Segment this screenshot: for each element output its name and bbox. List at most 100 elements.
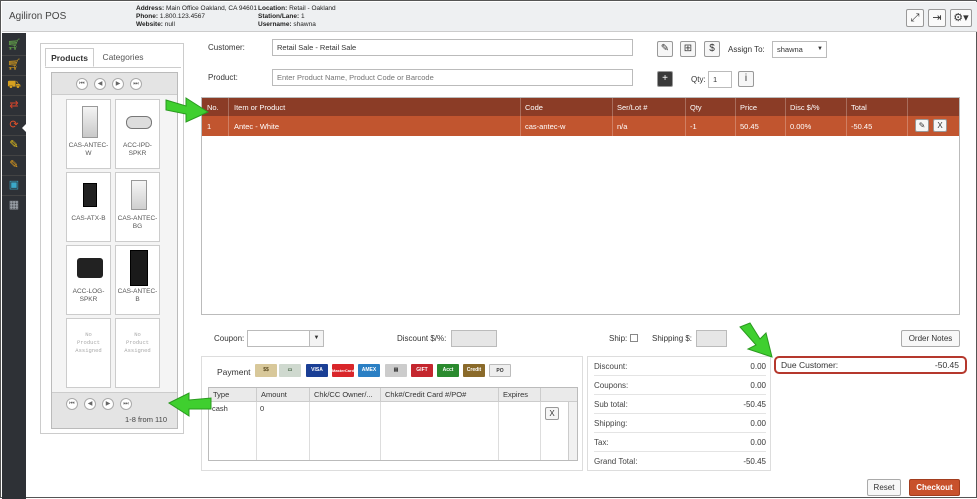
col-qty: Qty (690, 103, 702, 112)
assign-label: Assign To: (728, 45, 765, 54)
gift-card-icon[interactable]: GIFT (411, 364, 433, 377)
remove-row-button[interactable]: X (933, 119, 947, 132)
col-owner: Chk/CC Owner/... (309, 388, 380, 402)
product-search-input[interactable] (272, 69, 633, 86)
discount-input[interactable] (451, 330, 497, 347)
first-page-button[interactable]: ⏮ (66, 398, 78, 410)
col-amount: Amount (256, 388, 309, 402)
product-tile-empty: No Product Assigned (115, 318, 160, 388)
product-image (124, 250, 153, 286)
product-tile[interactable]: ACC-LOG- SPKR (66, 245, 111, 315)
card-reader-icon[interactable]: ▤ (385, 364, 407, 377)
col-card-number: Chk#/Credit Card #/PO# (380, 388, 498, 402)
product-image (124, 177, 153, 213)
shipping-label: Shipping $: (652, 334, 693, 343)
cart-empty-icon[interactable]: ⛟ (5, 77, 23, 93)
payment-label: Payment (217, 367, 251, 377)
credit-icon[interactable]: Credit (463, 364, 485, 377)
prev-page-button[interactable]: ◀ (94, 78, 106, 90)
next-page-button[interactable]: ▶ (112, 78, 124, 90)
transfer-icon[interactable]: ⇄ (5, 97, 23, 113)
tab-products[interactable]: Products (45, 48, 94, 67)
products-panel: Products Categories ⏮ ◀ ▶ ⏭ CAS-ANTEC- W … (40, 43, 184, 434)
reset-button[interactable]: Reset (867, 479, 901, 496)
pager-top: ⏮ ◀ ▶ ⏭ (52, 73, 177, 95)
checkout-button[interactable]: Checkout (909, 479, 960, 496)
chevron-down-icon: ▼ (309, 331, 323, 346)
shipping-input[interactable] (696, 330, 727, 347)
product-tile[interactable]: ACC-IPD- SPKR (115, 99, 160, 169)
ship-checkbox[interactable] (630, 334, 638, 342)
po-icon[interactable]: PO (489, 364, 511, 377)
pos-window: Agiliron POS Address: Main Office Oaklan… (0, 0, 977, 499)
discount-label: Discount $/%: (397, 334, 447, 343)
grand-total-row: Grand Total: -50.45 (594, 457, 766, 466)
next-page-button[interactable]: ▶ (102, 398, 114, 410)
product-tile[interactable]: CAS-ATX-B (66, 172, 111, 242)
product-tile[interactable]: CAS-ANTEC- BG (115, 172, 160, 242)
cash-icon[interactable]: $$ (255, 364, 277, 377)
dollar-icon[interactable]: $ (704, 41, 720, 57)
row-price[interactable]: 50.45 (740, 122, 759, 131)
info-icon[interactable]: i (738, 71, 754, 87)
add-customer-icon[interactable]: ⊞ (680, 41, 696, 57)
customer-input[interactable]: Retail Sale - Retail Sale (272, 39, 633, 56)
account-icon[interactable]: Acct (437, 364, 459, 377)
store-website: null (164, 21, 175, 28)
payment-table: Type Amount Chk/CC Owner/... Chk#/Credit… (208, 387, 578, 461)
cart-icon[interactable]: 🛒︎ (5, 57, 23, 73)
fullscreen-icon[interactable]: ⤢ (906, 9, 924, 27)
app-title: Agiliron POS (9, 11, 67, 22)
edit-row-icon[interactable]: ✎ (915, 119, 929, 132)
due-customer-box: Due Customer: -50.45 (774, 356, 967, 374)
col-type: Type (209, 388, 256, 402)
product-image (75, 177, 104, 213)
coupon-select[interactable]: ▼ (247, 330, 324, 347)
visa-icon[interactable]: VISA (306, 364, 328, 377)
row-disc[interactable]: 0.00% (790, 122, 811, 131)
edit-icon[interactable]: ✎ (5, 137, 23, 153)
mastercard-icon[interactable]: MasterCard (332, 364, 354, 377)
add-product-icon[interactable]: + (657, 71, 673, 87)
coupon-label: Coupon: (214, 334, 245, 343)
last-page-button[interactable]: ⏭ (130, 78, 142, 90)
gear-icon[interactable]: ⚙▾ (950, 9, 972, 27)
money-icon[interactable]: ▣ (5, 177, 23, 193)
col-code: Code (525, 103, 543, 112)
total-row: Coupons: 0.00 (594, 377, 766, 395)
amex-icon[interactable]: AMEX (358, 364, 380, 377)
refresh-icon[interactable]: ⟳ (5, 117, 23, 133)
annotation-arrow-icon (167, 392, 212, 417)
last-page-button[interactable]: ⏭ (120, 398, 132, 410)
product-tile[interactable]: CAS-ANTEC- B (115, 245, 160, 315)
sidebar: 🛒︎ 🛒︎ ⛟ ⇄ ⟳ ✎ ✎ ▣ ▦ (2, 33, 26, 499)
col-item: Item or Product (234, 103, 286, 112)
assign-select[interactable]: shawna ▼ (772, 41, 827, 58)
store-phone: 1.800.123.4567 (159, 13, 206, 20)
col-expires: Expires (498, 388, 540, 402)
prev-page-button[interactable]: ◀ (84, 398, 96, 410)
payment-type[interactable]: cash (212, 404, 228, 413)
product-grid: ⏮ ◀ ▶ ⏭ CAS-ANTEC- W ACC-IPD- SPKR CAS-ATX… (51, 72, 178, 429)
product-tile[interactable]: CAS-ANTEC- W (66, 99, 111, 169)
remove-payment-button[interactable]: X (545, 407, 559, 420)
tab-categories[interactable]: Categories (96, 48, 150, 67)
qty-input[interactable]: 1 (708, 71, 732, 88)
order-notes-button[interactable]: Order Notes (901, 330, 960, 347)
due-label: Due Customer: (781, 360, 839, 370)
total-row: Shipping: 0.00 (594, 415, 766, 433)
due-value: -50.45 (934, 360, 959, 370)
edit-icon[interactable]: ✎ (5, 157, 23, 173)
store-info: Address: Main Office Oakland, CA 94601 P… (136, 5, 257, 28)
first-page-button[interactable]: ⏮ (76, 78, 88, 90)
row-qty[interactable]: -1 (690, 122, 697, 131)
item-name: Antec - White (234, 122, 280, 131)
payment-amount[interactable]: 0 (260, 404, 264, 413)
chevron-down-icon: ▼ (817, 46, 823, 52)
edit-customer-icon[interactable]: ✎ (657, 41, 673, 57)
grid-icon[interactable]: ▦ (5, 197, 23, 213)
check-icon[interactable]: ▭ (279, 364, 301, 377)
scrollbar[interactable] (568, 402, 577, 460)
cart-icon[interactable]: 🛒︎ (5, 37, 23, 53)
logout-icon[interactable]: ⇥ (928, 9, 946, 27)
